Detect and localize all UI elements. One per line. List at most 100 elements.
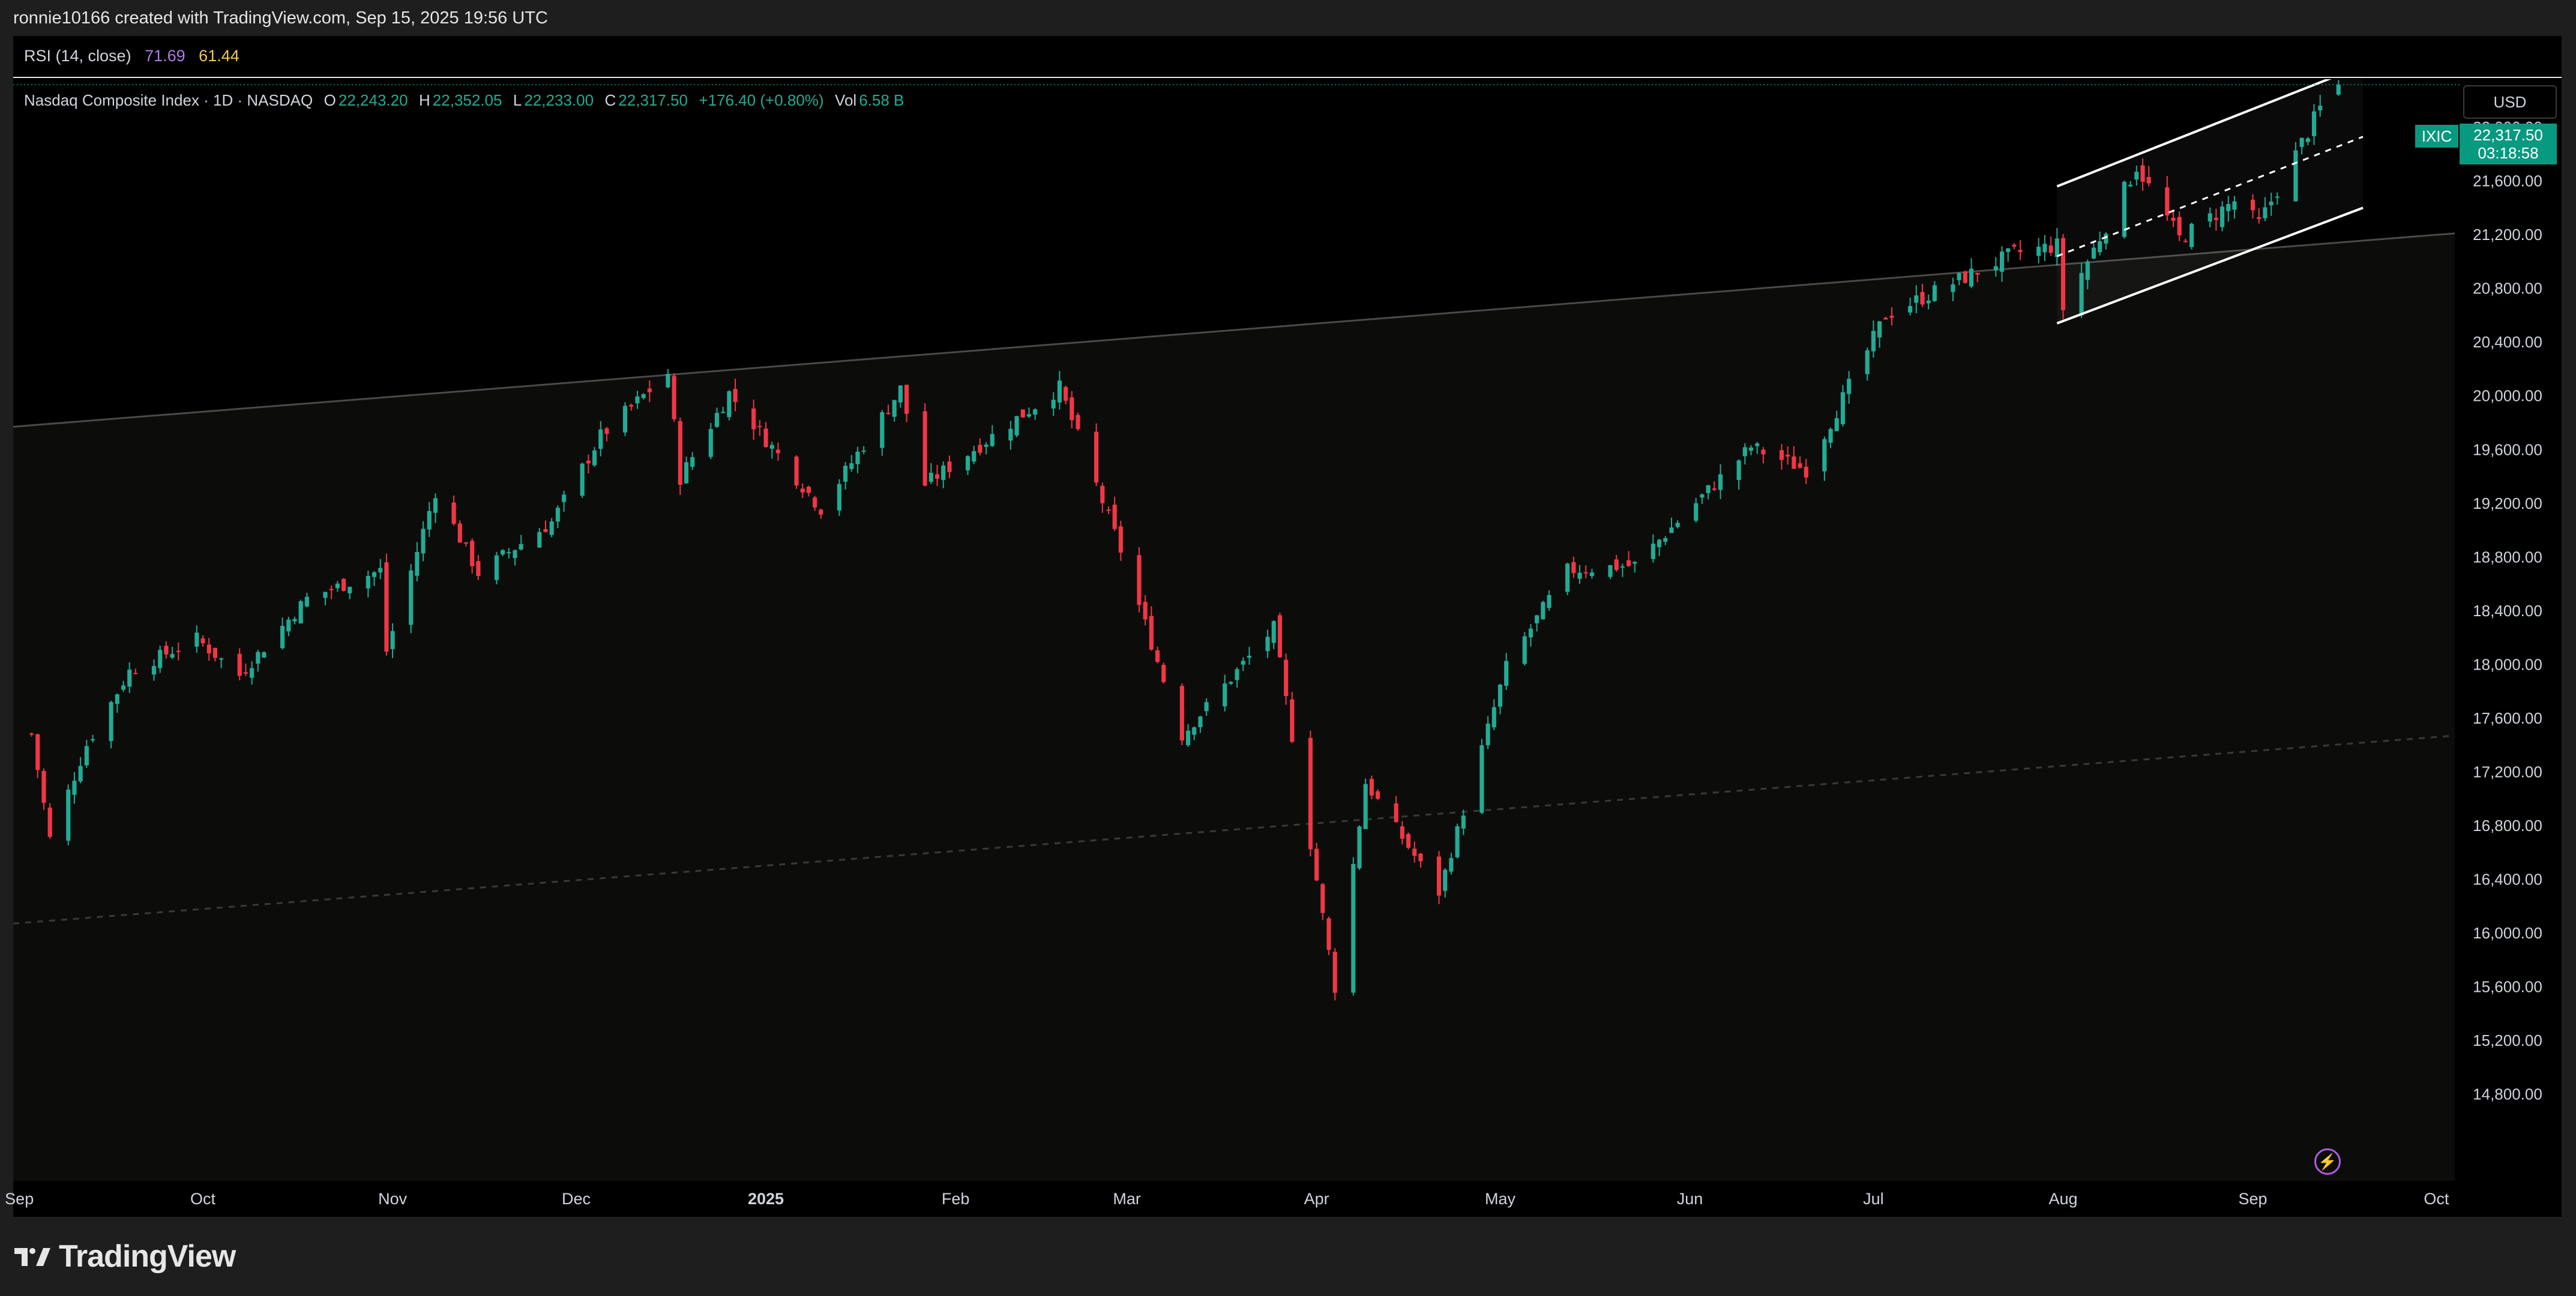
candle-body xyxy=(1694,503,1699,521)
y-tick-label: 18,400.00 xyxy=(2473,602,2542,620)
candle-body xyxy=(769,445,774,449)
candle-body xyxy=(41,770,46,803)
brand[interactable]: TradingView xyxy=(14,1238,236,1274)
candle-body xyxy=(635,396,640,404)
candle-body xyxy=(35,734,40,770)
candle-body xyxy=(714,413,720,427)
candle-body xyxy=(2269,202,2274,206)
candle-body xyxy=(775,449,781,454)
candle-body xyxy=(666,374,670,388)
rsi-value-2: 61.44 xyxy=(199,47,239,65)
candle-body xyxy=(843,466,848,482)
candle-body xyxy=(965,456,971,470)
candle-body xyxy=(2085,261,2090,280)
candle-body xyxy=(751,408,756,430)
candle-body xyxy=(286,619,291,632)
candle-body xyxy=(2207,213,2212,222)
candle-body xyxy=(84,746,89,766)
legend-high: 22,352.05 xyxy=(432,91,502,109)
candle-body xyxy=(513,550,517,559)
candle-body xyxy=(2128,184,2133,187)
candle-body xyxy=(647,388,652,392)
candle-body xyxy=(2140,165,2145,182)
candle-body xyxy=(1400,826,1404,839)
candle-body xyxy=(549,521,554,535)
candle-body xyxy=(1651,544,1655,559)
candle-body xyxy=(629,404,634,407)
candlestick-chart[interactable]: 14,800.00 15,200.00 15,600.00 16,000.00 16,4… xyxy=(0,0,2576,1296)
lightning-icon[interactable]: ⚡ xyxy=(2314,1148,2341,1175)
x-tick-label: Oct xyxy=(190,1190,216,1208)
x-tick-label: Sep xyxy=(5,1190,34,1208)
candle-body xyxy=(1455,826,1460,857)
candle-body xyxy=(1241,661,1245,665)
candle-body xyxy=(1033,409,1038,415)
candle-body xyxy=(837,484,841,511)
legend-close-label: C xyxy=(604,91,616,109)
candle-body xyxy=(2134,172,2139,180)
candle-body xyxy=(200,638,205,644)
candle-body xyxy=(1999,251,2005,272)
rsi-legend: RSI (14, close) 71.69 61.44 xyxy=(24,47,239,65)
bar-countdown: 03:18:58 xyxy=(2478,144,2539,162)
candle-body xyxy=(1198,716,1203,728)
candle-body xyxy=(390,631,395,649)
candle-body xyxy=(1265,637,1270,652)
legend-high-label: H xyxy=(419,91,430,109)
y-tick-label: 15,200.00 xyxy=(2473,1031,2542,1049)
candle-body xyxy=(280,626,285,649)
candle-body xyxy=(806,487,811,493)
candle-body xyxy=(501,550,505,555)
symbol-badge: IXIC xyxy=(2415,125,2458,148)
candle-body xyxy=(206,644,211,654)
candle-body xyxy=(1926,300,1931,304)
candle-body xyxy=(2165,187,2170,216)
rsi-indicator-bar[interactable]: RSI (14, close) 71.69 61.44 xyxy=(13,36,2562,78)
candle-body xyxy=(2275,196,2280,198)
candle-body xyxy=(1522,636,1527,664)
candle-body xyxy=(115,694,119,704)
candle-body xyxy=(604,428,609,434)
x-tick-label: Aug xyxy=(2048,1190,2077,1208)
candle-body xyxy=(849,463,854,469)
candle-body xyxy=(1577,572,1582,579)
candle-body xyxy=(1834,418,1839,431)
candle-body xyxy=(1675,523,1680,527)
candle-body xyxy=(2177,217,2182,236)
candle-body xyxy=(1443,869,1448,891)
currency-selector[interactable]: USD xyxy=(2463,85,2557,119)
candle-body xyxy=(470,541,475,566)
candle-body xyxy=(592,450,597,466)
brand-name: TradingView xyxy=(59,1239,236,1274)
candle-body xyxy=(219,658,224,660)
y-tick-label: 17,200.00 xyxy=(2473,763,2542,781)
candle-body xyxy=(1449,858,1454,872)
candle-body xyxy=(1143,602,1148,620)
candle-body xyxy=(2018,250,2023,253)
candle-body xyxy=(2048,245,2053,253)
candle-body xyxy=(1504,661,1509,686)
candle-body xyxy=(2104,233,2108,244)
candle-body xyxy=(256,652,260,664)
y-tick-label: 21,200.00 xyxy=(2473,226,2542,244)
candle-body xyxy=(250,668,254,678)
candle-body xyxy=(1192,727,1197,735)
candle-body xyxy=(1247,655,1252,658)
candle-body xyxy=(2293,150,2298,202)
candle-body xyxy=(427,511,432,530)
candle-body xyxy=(341,578,346,591)
candle-body xyxy=(1889,316,1894,318)
y-tick-label: 18,800.00 xyxy=(2473,548,2542,566)
candle-body xyxy=(2189,224,2194,247)
candle-body xyxy=(922,411,927,486)
candle-body xyxy=(2146,177,2151,184)
candle-body xyxy=(1014,416,1019,436)
candle-body xyxy=(1406,834,1411,848)
candle-body xyxy=(494,555,499,580)
candle-body xyxy=(1951,284,1955,292)
candle-body xyxy=(1185,730,1191,745)
candle-body xyxy=(2299,137,2304,147)
legend-title: Nasdaq Composite Index · 1D · NASDAQ xyxy=(24,91,313,109)
y-tick-label: 19,600.00 xyxy=(2473,440,2542,458)
trend-shaded-area xyxy=(13,233,2455,1181)
